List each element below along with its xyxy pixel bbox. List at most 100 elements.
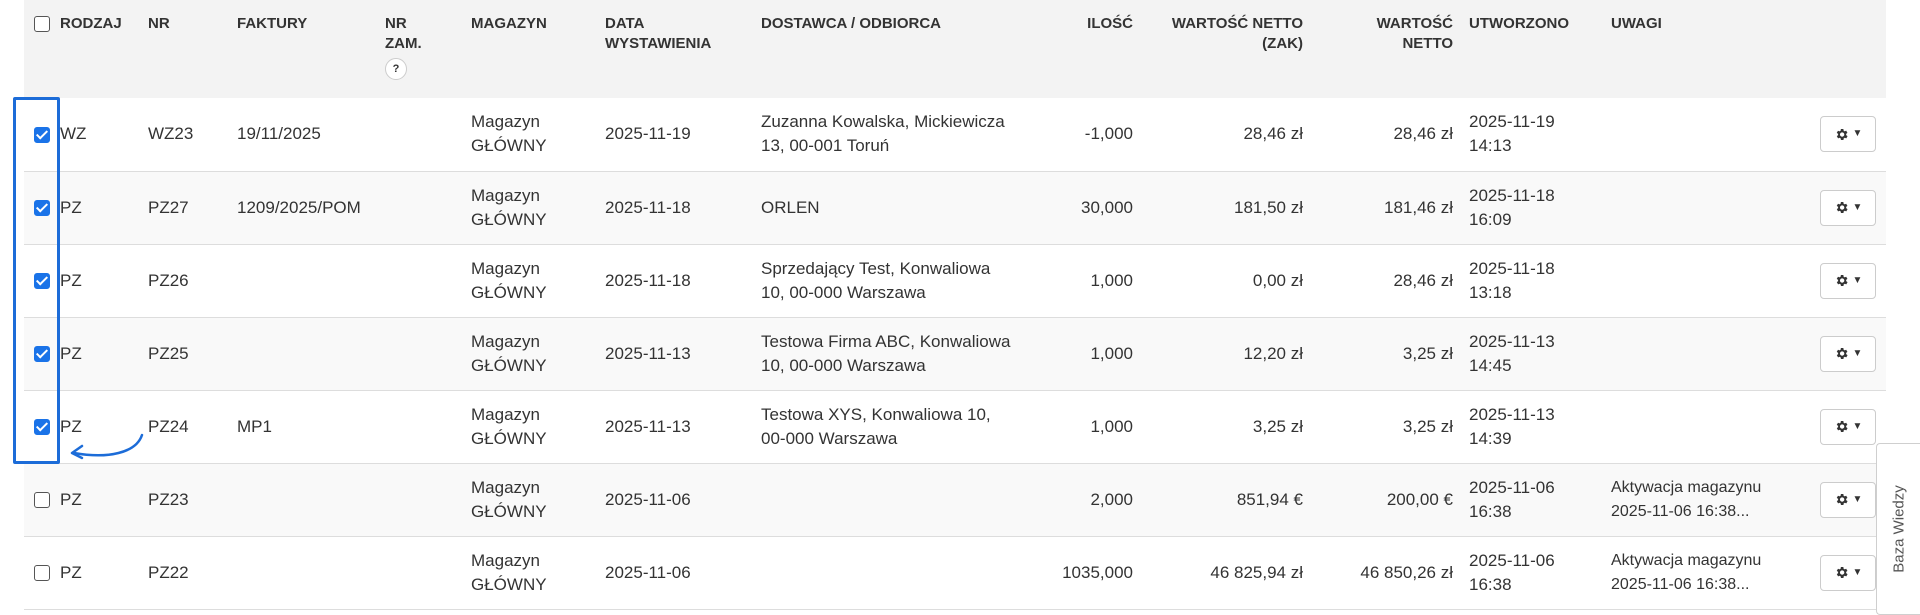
gear-icon [1834, 199, 1849, 216]
table-header-row: RODZAJ NR FAKTURY NR ZAM. ? MAGAZYN DATA… [24, 0, 1886, 98]
col-header-ilosc[interactable]: ILOŚĆ [1041, 0, 1141, 98]
cell-wartosc: 3,25 zł [1402, 416, 1453, 436]
cell-nr[interactable]: PZ27 [140, 171, 229, 244]
cell-nr[interactable]: PZ25 [140, 317, 229, 390]
cell-utworzono-text: 2025-11-06 16:38 [1469, 477, 1555, 521]
gear-icon [1834, 564, 1849, 581]
col-header-nr-zam[interactable]: NR ZAM. ? [377, 0, 463, 98]
row-actions-dropdown-button[interactable]: ▼ [1820, 554, 1876, 591]
row-select-cell [24, 463, 52, 536]
cell-ilosc: 1,000 [1090, 270, 1133, 290]
cell-actions: ▼ [1778, 317, 1886, 390]
cell-data: 2025-11-18 [605, 197, 691, 217]
cell-data: 2025-11-13 [605, 416, 691, 436]
help-icon[interactable]: ? [385, 58, 407, 80]
cell-magazyn-text: Magazyn GŁÓWNY [471, 550, 547, 594]
cell-faktury: 1209/2025/POM [237, 197, 361, 217]
cell-magazyn-text: Magazyn GŁÓWNY [471, 477, 547, 521]
row-actions-dropdown-button[interactable]: ▼ [1820, 116, 1876, 153]
col-header-magazyn[interactable]: MAGAZYN [463, 0, 597, 98]
documents-table: RODZAJ NR FAKTURY NR ZAM. ? MAGAZYN DATA… [24, 0, 1886, 610]
gear-icon [1834, 418, 1849, 435]
col-header-rodzaj[interactable]: RODZAJ [52, 0, 140, 98]
cell-wartosc: 28,46 zł [1393, 124, 1453, 144]
cell-wartosc-zak: 0,00 zł [1252, 270, 1303, 290]
cell-nr[interactable]: PZ22 [140, 536, 229, 609]
table-row[interactable]: PZ PZ23 Magazyn GŁÓWNY 2025-11-06 2,000 851,9… [24, 463, 1886, 536]
row-actions-dropdown-button[interactable]: ▼ [1820, 335, 1876, 372]
cell-actions: ▼ [1778, 98, 1886, 171]
annotation-arrow-icon [70, 433, 144, 460]
row-checkbox[interactable] [34, 565, 50, 582]
cell-rodzaj: PZ [60, 489, 82, 509]
cell-uwagi [1603, 171, 1778, 244]
cell-magazyn: Magazyn GŁÓWNY [463, 390, 597, 463]
cell-uwagi: Aktywacja magazynu 2025-11-06 16:38... [1603, 536, 1778, 609]
cell-nr-zam [377, 244, 463, 317]
col-header-nr-zam-label: NR ZAM. [385, 15, 422, 52]
row-actions-dropdown-button[interactable]: ▼ [1820, 408, 1876, 445]
cell-dostawca: Testowa XYS, Konwaliowa 10, 00-000 Warsz… [761, 404, 991, 448]
table-row[interactable]: PZ PZ25 Magazyn GŁÓWNY 2025-11-13 Testowa Fi… [24, 317, 1886, 390]
cell-magazyn: Magazyn GŁÓWNY [463, 98, 597, 171]
cell-utworzono: 2025-11-13 14:39 [1461, 390, 1603, 463]
cell-wartosc-zak: 28,46 zł [1243, 124, 1303, 144]
cell-magazyn-text: Magazyn GŁÓWNY [471, 185, 547, 229]
cell-nr[interactable]: PZ24 [140, 390, 229, 463]
cell-magazyn-text: Magazyn GŁÓWNY [471, 112, 547, 156]
cell-dostawca: Sprzedający Test, Konwaliowa 10, 00-000 … [761, 258, 991, 302]
cell-utworzono: 2025-11-06 16:38 [1461, 463, 1603, 536]
cell-wartosc-zak: 851,94 € [1236, 489, 1303, 509]
cell-uwagi: Aktywacja magazynu 2025-11-06 16:38... [1603, 463, 1778, 536]
cell-data: 2025-11-18 [605, 270, 691, 290]
gear-icon [1834, 272, 1849, 289]
row-actions-dropdown-button[interactable]: ▼ [1820, 262, 1876, 299]
cell-magazyn: Magazyn GŁÓWNY [463, 244, 597, 317]
col-header-dostawca[interactable]: DOSTAWCA / ODBIORCA [753, 0, 1041, 98]
cell-nr[interactable]: PZ23 [140, 463, 229, 536]
cell-rodzaj: WZ [60, 124, 87, 144]
table-row[interactable]: PZ PZ27 1209/2025/POM Magazyn GŁÓWNY 2025-11… [24, 171, 1886, 244]
cell-utworzono-text: 2025-11-13 14:45 [1469, 331, 1555, 375]
cell-utworzono: 2025-11-13 14:45 [1461, 317, 1603, 390]
cell-nr-zam [377, 536, 463, 609]
cell-nr[interactable]: WZ23 [140, 98, 229, 171]
cell-wartosc: 200,00 € [1386, 489, 1453, 509]
cell-dostawca: ORLEN [761, 197, 820, 217]
table-row[interactable]: PZ PZ24 MP1 Magazyn GŁÓWNY 2025-11-13 Testowa… [24, 390, 1886, 463]
row-actions-dropdown-button[interactable]: ▼ [1820, 481, 1876, 518]
cell-utworzono-text: 2025-11-06 16:38 [1469, 550, 1555, 594]
row-checkbox[interactable] [34, 492, 50, 509]
col-header-utworzono[interactable]: UTWORZONO [1461, 0, 1603, 98]
table-row[interactable]: PZ PZ26 Magazyn GŁÓWNY 2025-11-18 Sprzedając… [24, 244, 1886, 317]
knowledge-base-tab[interactable]: Baza Wiedzy [1876, 443, 1920, 615]
cell-uwagi [1603, 98, 1778, 171]
documents-table-container: RODZAJ NR FAKTURY NR ZAM. ? MAGAZYN DATA… [24, 0, 1886, 610]
cell-actions: ▼ [1778, 171, 1886, 244]
col-header-wartosc-zak[interactable]: WARTOŚĆ NETTO (ZAK) [1141, 0, 1311, 98]
table-row[interactable]: PZ PZ22 Magazyn GŁÓWNY 2025-11-06 1035,000 46… [24, 536, 1886, 609]
col-header-uwagi[interactable]: UWAGI [1603, 0, 1778, 98]
cell-ilosc: 1,000 [1090, 416, 1133, 436]
col-header-faktury[interactable]: FAKTURY [229, 0, 377, 98]
cell-uwagi-text: Aktywacja magazynu 2025-11-06 16:38... [1611, 551, 1762, 593]
cell-nr-zam [377, 390, 463, 463]
col-header-data[interactable]: DATA WYSTAWIENIA [597, 0, 753, 98]
caret-down-icon: ▼ [1852, 347, 1863, 359]
col-header-actions [1778, 0, 1886, 98]
select-all-checkbox[interactable] [34, 16, 50, 33]
cell-actions: ▼ [1778, 536, 1886, 609]
caret-down-icon: ▼ [1852, 420, 1863, 432]
cell-faktury [229, 244, 377, 317]
col-header-wartosc[interactable]: WARTOŚĆ NETTO [1311, 0, 1461, 98]
cell-nr[interactable]: PZ26 [140, 244, 229, 317]
cell-utworzono-text: 2025-11-19 14:13 [1469, 112, 1555, 156]
cell-actions: ▼ [1778, 244, 1886, 317]
table-row[interactable]: WZ WZ23 19/11/2025 Magazyn GŁÓWNY 2025-11-19… [24, 98, 1886, 171]
cell-uwagi [1603, 317, 1778, 390]
row-actions-dropdown-button[interactable]: ▼ [1820, 189, 1876, 226]
cell-dostawca: Testowa Firma ABC, Konwaliowa 10, 00-000… [761, 331, 1011, 375]
cell-rodzaj: PZ [60, 197, 82, 217]
col-header-nr[interactable]: NR [140, 0, 229, 98]
cell-utworzono-text: 2025-11-13 14:39 [1469, 404, 1555, 448]
